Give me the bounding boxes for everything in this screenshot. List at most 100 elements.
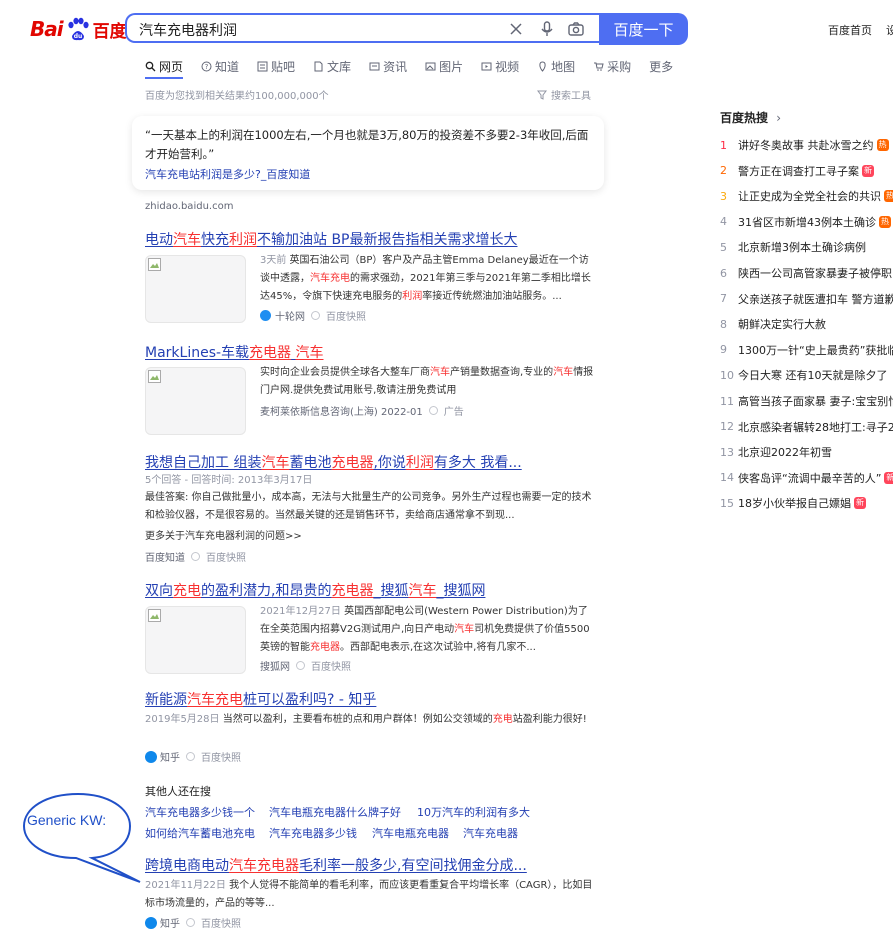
hot-list-item[interactable]: 5 北京新增3例本土确诊病例 <box>720 239 866 255</box>
title-segment: 桩可以盈利吗? - 知乎 <box>243 692 377 708</box>
hot-list-item[interactable]: 13 北京迎2022年初雪 <box>720 444 832 460</box>
hot-list-item[interactable]: 12 北京感染者辗转28地打工:寻子2 <box>720 419 893 435</box>
tab-1[interactable]: ? 知道 <box>201 55 239 77</box>
related-search-link[interactable]: 汽车充电器 <box>463 825 518 841</box>
result-title-link[interactable]: 我想自己加工 组装汽车蓄电池充电器,你说利润有多大 我看... <box>145 452 522 472</box>
snapshot-link[interactable]: 百度快照 <box>201 915 241 930</box>
hot-badge: 新 <box>862 164 874 177</box>
hot-list-title[interactable]: 百度热搜 › <box>720 109 781 126</box>
related-search-link[interactable]: 10万汽车的利润有多大 <box>417 804 530 820</box>
result-source[interactable]: 麦柯莱依斯信息咨询(上海) 2022-01 <box>260 403 423 418</box>
related-search-link[interactable]: 汽车充电器多少钱一个 <box>145 804 255 820</box>
result-title-link[interactable]: 新能源汽车充电桩可以盈利吗? - 知乎 <box>145 689 376 709</box>
more-questions-link[interactable]: 更多关于汽车充电器利润的问题>> <box>145 528 302 546</box>
tab-4[interactable]: 资讯 <box>369 55 407 77</box>
result-source[interactable]: 十轮网 <box>275 308 305 323</box>
title-segment: 有多大 我看... <box>433 455 522 471</box>
zhihu-logo-icon <box>145 750 157 763</box>
hot-badge: 热 <box>879 215 891 228</box>
result-snippet: 3天前 英国石油公司（BP）客户及产品主管Emma Delaney最近在一个访谈… <box>260 252 595 306</box>
hot-text: 北京新增3例本土确诊病例 <box>738 241 866 255</box>
result-thumbnail[interactable] <box>145 255 246 323</box>
snippet-segment: 3天前 <box>260 255 290 266</box>
result-source[interactable]: 搜狐网 <box>260 658 290 673</box>
tab-8[interactable]: 采购 <box>593 55 631 77</box>
title-segment: 利润 <box>405 455 434 471</box>
baidu-home-link[interactable]: 百度首页 <box>828 22 872 38</box>
title-segment: 蓄电池 <box>289 455 332 471</box>
title-segment: 我想自己加工 组装 <box>145 455 262 471</box>
snippet-segment: 2021年12月27日 <box>260 606 345 617</box>
result-title-link[interactable]: 电动汽车快充利润不输加油站 BP最新报告指相关需求增长大 <box>145 229 518 249</box>
tab-9[interactable]: 更多 <box>649 55 673 77</box>
search-icon <box>145 61 156 71</box>
snapshot-link[interactable]: 百度快照 <box>201 749 241 764</box>
baidu-logo[interactable]: Bai du 百度 <box>30 14 127 44</box>
tab-3[interactable]: 文库 <box>313 55 351 77</box>
title-segment: 毛利率一般多少,有空间找佣金分成... <box>299 858 527 874</box>
related-search-link[interactable]: 如何给汽车蓄电池充电 <box>145 825 255 841</box>
snapshot-link[interactable]: 百度快照 <box>326 308 366 323</box>
search-box[interactable] <box>125 13 601 43</box>
hot-list-item[interactable]: 3 让正史成为全党全社会的共识热 <box>720 188 893 204</box>
hot-list-item[interactable]: 1 讲好冬奥故事 共赴冰雪之约热 <box>720 137 889 153</box>
result-title-link[interactable]: 双向充电的盈利潜力,和昂贵的充电器_搜狐汽车_搜狐网 <box>145 580 485 600</box>
search-button[interactable]: 百度一下 <box>599 13 688 45</box>
hot-rank: 6 <box>720 266 727 280</box>
snapshot-icon <box>428 406 438 415</box>
result-title-link[interactable]: MarkLines-车载充电器 汽车 <box>145 342 324 362</box>
result-thumbnail[interactable] <box>145 367 246 435</box>
tieba-icon <box>257 61 268 71</box>
title-segment: 汽车 <box>295 345 324 361</box>
clear-icon[interactable] <box>507 20 525 38</box>
search-input[interactable] <box>137 19 501 41</box>
hot-badge: 热 <box>884 190 893 203</box>
snapshot-link[interactable]: 百度快照 <box>311 658 351 673</box>
snapshot-icon <box>191 552 200 561</box>
filter-icon <box>537 90 547 100</box>
snippet-segment: 最佳答案: 你自己做批量小，成本高，无法与大批量生产的公司竞争。另外生产过程也需… <box>145 492 592 521</box>
hot-list-item[interactable]: 15 18岁小伙举报自己嫖娼新 <box>720 495 866 511</box>
microphone-icon[interactable] <box>538 20 556 38</box>
tab-2[interactable]: 贴吧 <box>257 55 295 77</box>
tab-0[interactable]: 网页 <box>145 55 183 77</box>
hot-list-item[interactable]: 9 1300万一针“史上最贵药”获批临床 <box>720 342 893 358</box>
settings-link[interactable]: 设 <box>886 22 893 38</box>
hot-list-item[interactable]: 10 今日大寒 还有10天就是除夕了 <box>720 367 888 383</box>
result-title-link[interactable]: 跨境电商电动汽车充电器毛利率一般多少,有空间找佣金分成... <box>145 855 527 875</box>
title-segment: 跨境电商电动 <box>145 858 229 874</box>
snapshot-link[interactable]: 百度快照 <box>206 549 246 564</box>
hot-badge: 热 <box>876 139 889 151</box>
hot-list-item[interactable]: 6 陕西一公司高管家暴妻子被停职 <box>720 265 892 281</box>
snapshot-icon <box>186 918 195 927</box>
hot-list-item[interactable]: 14 侠客岛评“流调中最辛苦的人” 新 <box>720 470 893 486</box>
hot-list-item[interactable]: 7 父亲送孩子就医遭扣车 警方道歉 <box>720 291 893 307</box>
camera-icon[interactable] <box>567 20 585 38</box>
result-thumbnail[interactable] <box>145 606 246 674</box>
result-source[interactable]: 百度知道 <box>145 549 185 564</box>
hot-list-item[interactable]: 4 31省区市新增43例本土确诊热 <box>720 214 891 230</box>
hot-list-item[interactable]: 11 高管当孩子面家暴 妻子:宝宝别怕 <box>720 393 893 409</box>
result-source-line: 知乎 百度快照 <box>145 749 241 764</box>
tab-6[interactable]: 视频 <box>481 55 519 77</box>
result-snippet: 2021年11月22日 我个人觉得不能简单的看毛利率，而应该更看重复合平均增长率… <box>145 877 595 913</box>
related-search-link[interactable]: 汽车充电器多少钱 <box>269 825 357 841</box>
result-source[interactable]: 知乎 <box>160 749 180 764</box>
hot-list-item[interactable]: 8 朝鲜决定实行大赦 <box>720 316 826 332</box>
hot-rank: 14 <box>720 471 734 485</box>
related-search-link[interactable]: 汽车电瓶充电器 <box>372 825 449 841</box>
tab-7[interactable]: 地图 <box>537 55 575 77</box>
hot-rank: 4 <box>720 215 727 229</box>
snapshot-link[interactable]: 广告 <box>444 403 464 418</box>
hot-text: 让正史成为全党全社会的共识 <box>738 190 881 204</box>
hot-list-item[interactable]: 2 警方正在调查打工寻子案新 <box>720 163 874 179</box>
tab-label: 视频 <box>495 59 520 74</box>
answer-source-link[interactable]: 汽车充电站利润是多少?_百度知道 <box>145 166 310 182</box>
search-tools-button[interactable]: 搜索工具 <box>537 87 591 102</box>
tab-5[interactable]: 图片 <box>425 55 463 77</box>
broken-image-icon <box>148 609 161 622</box>
chevron-right-icon: › <box>776 111 782 125</box>
cart-icon <box>594 62 604 71</box>
related-search-link[interactable]: 汽车电瓶充电器什么牌子好 <box>269 804 401 820</box>
result-source[interactable]: 知乎 <box>160 915 180 930</box>
